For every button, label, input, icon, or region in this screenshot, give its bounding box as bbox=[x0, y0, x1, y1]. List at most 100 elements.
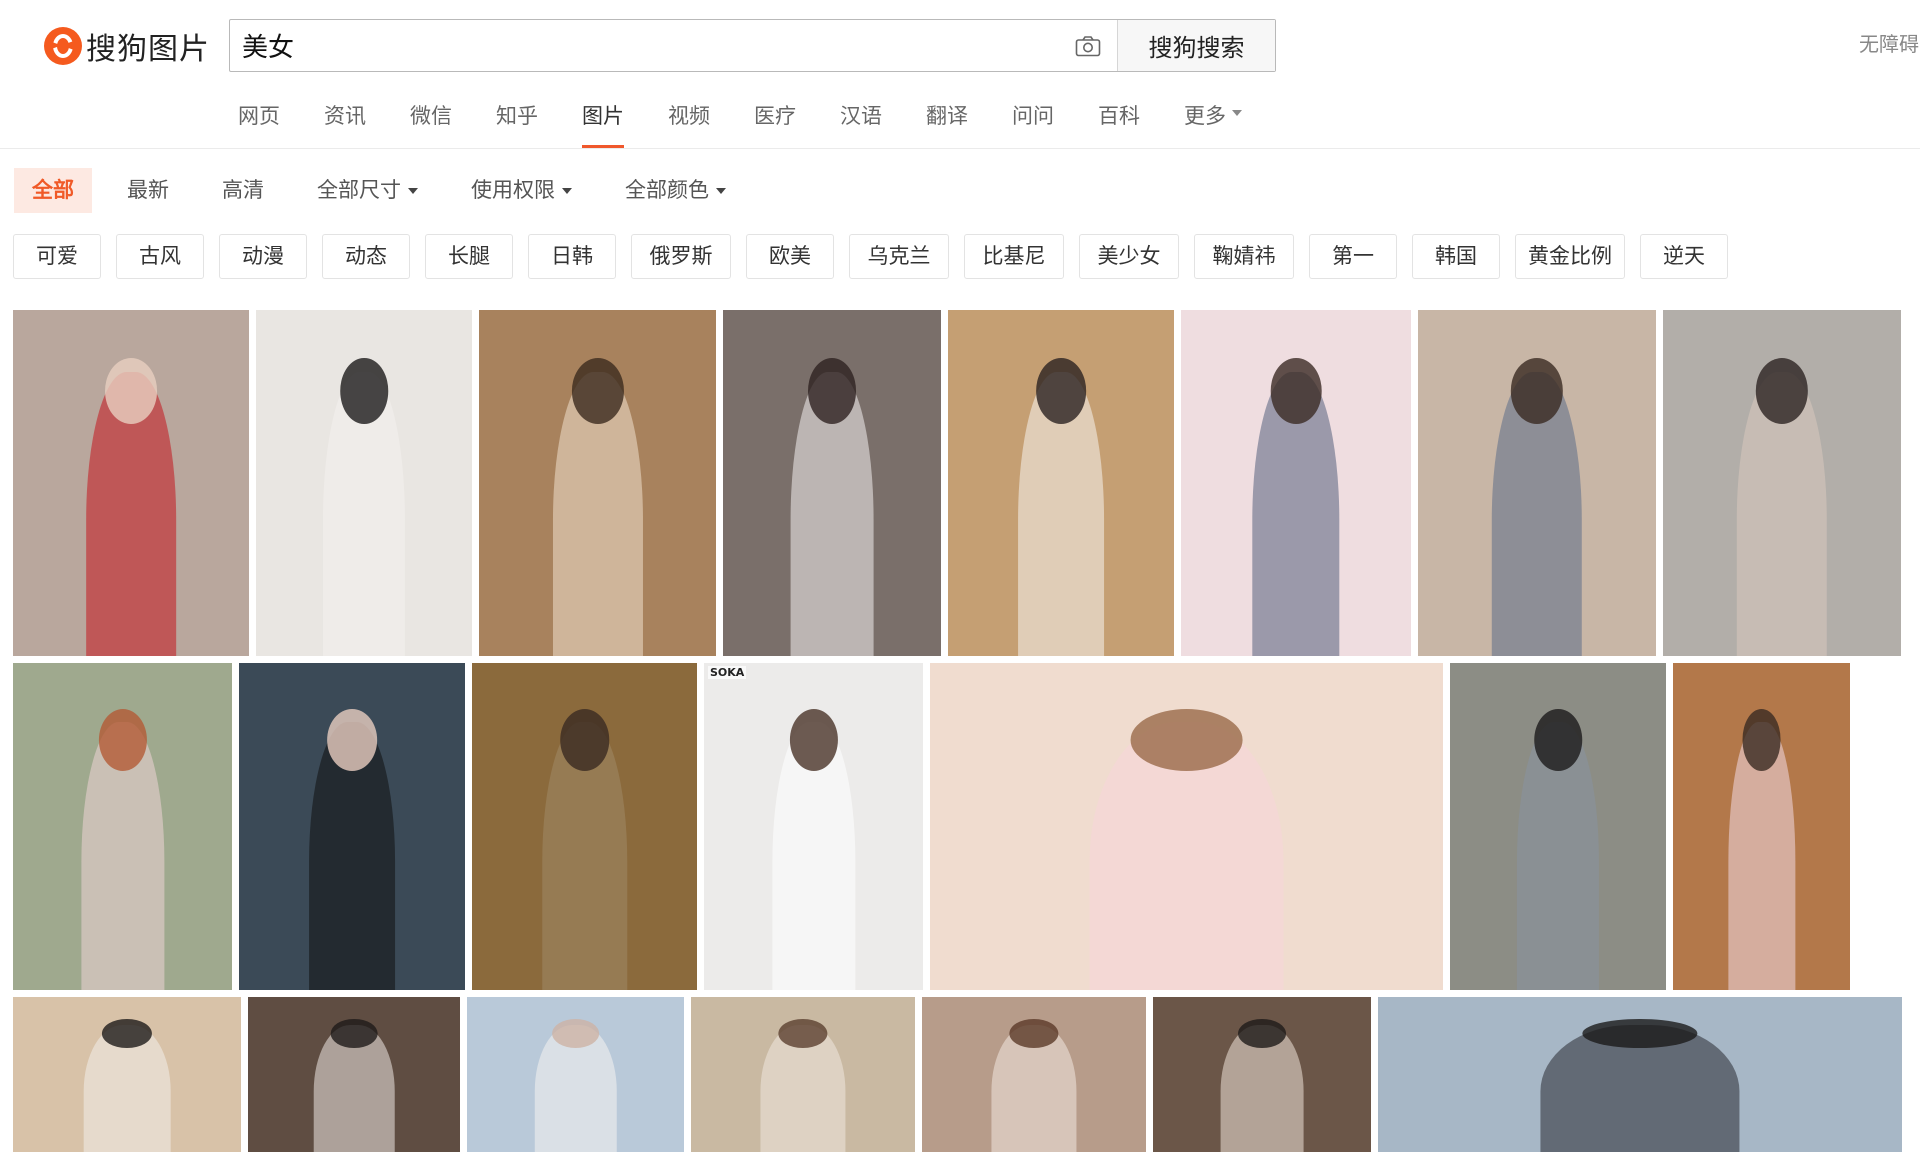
thumbnail-head bbox=[551, 1018, 600, 1049]
image-thumbnail[interactable] bbox=[467, 997, 684, 1152]
thumbnail-head bbox=[1510, 358, 1564, 425]
image-thumbnail[interactable] bbox=[13, 310, 249, 656]
caret-down-icon bbox=[716, 187, 726, 194]
image-row: SOKA bbox=[13, 663, 1857, 990]
nav-more-menu[interactable]: 更多 bbox=[1184, 100, 1242, 148]
image-thumbnail[interactable] bbox=[1673, 663, 1850, 990]
thumbnail-head bbox=[327, 708, 377, 771]
image-thumbnail[interactable] bbox=[930, 663, 1443, 990]
image-thumbnail[interactable] bbox=[922, 997, 1146, 1152]
filter-label: 全部 bbox=[32, 178, 74, 202]
tag-chip[interactable]: 俄罗斯 bbox=[631, 234, 731, 279]
nav-tab[interactable]: 网页 bbox=[238, 100, 280, 148]
header-divider bbox=[0, 148, 1920, 149]
nav-tab-label: 汉语 bbox=[840, 104, 882, 128]
image-thumbnail[interactable] bbox=[1663, 310, 1901, 656]
tag-chip[interactable]: 动态 bbox=[322, 234, 410, 279]
nav-tab-label: 视频 bbox=[668, 104, 710, 128]
tag-chip[interactable]: 乌克兰 bbox=[849, 234, 949, 279]
tag-chip[interactable]: 长腿 bbox=[425, 234, 513, 279]
image-thumbnail[interactable] bbox=[13, 663, 232, 990]
image-thumbnail[interactable] bbox=[13, 997, 241, 1152]
search-button[interactable]: 搜狗搜索 bbox=[1117, 20, 1275, 71]
tag-chip[interactable]: 黄金比例 bbox=[1515, 234, 1625, 279]
caret-down-icon bbox=[408, 187, 418, 194]
tag-chip[interactable]: 日韩 bbox=[528, 234, 616, 279]
tag-chip[interactable]: 古风 bbox=[116, 234, 204, 279]
nav-tab-label: 网页 bbox=[238, 104, 280, 128]
tag-chip[interactable]: 动漫 bbox=[219, 234, 307, 279]
logo-text: 搜狗图片 bbox=[86, 32, 210, 67]
nav-tab[interactable]: 汉语 bbox=[840, 100, 882, 148]
nav-tab[interactable]: 图片 bbox=[582, 100, 624, 148]
nav-tab[interactable]: 资讯 bbox=[324, 100, 366, 148]
filter-label: 最新 bbox=[127, 178, 169, 202]
thumbnail-head bbox=[1270, 358, 1322, 425]
nav-tab[interactable]: 微信 bbox=[410, 100, 452, 148]
tag-chip[interactable]: 韩国 bbox=[1412, 234, 1500, 279]
image-thumbnail[interactable] bbox=[1181, 310, 1411, 656]
vertical-nav: 网页 资讯 微信 知乎 图片 视频 医疗 汉语 翻译 问问 百科 更多 bbox=[238, 100, 1286, 148]
image-row bbox=[13, 997, 1909, 1152]
sogou-images-logo[interactable]: 搜狗图片 bbox=[44, 26, 210, 67]
tag-chip[interactable]: 鞠婧祎 bbox=[1194, 234, 1294, 279]
camera-icon bbox=[1075, 35, 1101, 56]
thumbnail-head bbox=[559, 708, 610, 771]
thumbnail-head bbox=[105, 358, 157, 425]
search-input[interactable] bbox=[230, 20, 1059, 71]
thumbnail-head bbox=[1534, 708, 1582, 771]
caret-down-icon bbox=[1232, 110, 1242, 116]
nav-tab-label: 微信 bbox=[410, 104, 452, 128]
image-thumbnail[interactable] bbox=[256, 310, 472, 656]
caret-down-icon bbox=[562, 187, 572, 194]
nav-tab[interactable]: 知乎 bbox=[496, 100, 538, 148]
tag-chip[interactable]: 比基尼 bbox=[964, 234, 1064, 279]
sogou-logo-icon bbox=[44, 27, 82, 65]
nav-tab[interactable]: 翻译 bbox=[926, 100, 968, 148]
image-thumbnail[interactable] bbox=[1153, 997, 1371, 1152]
image-thumbnail[interactable] bbox=[479, 310, 716, 656]
accessibility-link[interactable]: 无障碍 bbox=[1859, 28, 1919, 57]
image-thumbnail[interactable] bbox=[1450, 663, 1666, 990]
filter-item[interactable]: 高清 bbox=[204, 168, 282, 213]
nav-tab-label: 资讯 bbox=[324, 104, 366, 128]
nav-tab-label: 医疗 bbox=[754, 104, 796, 128]
thumbnail-head bbox=[808, 358, 856, 425]
image-thumbnail[interactable] bbox=[948, 310, 1174, 656]
nav-tab-label: 百科 bbox=[1098, 104, 1140, 128]
image-thumbnail[interactable] bbox=[248, 997, 460, 1152]
thumbnail-head bbox=[1755, 358, 1809, 425]
filter-label: 全部尺寸 bbox=[317, 178, 401, 202]
search-box: 搜狗搜索 bbox=[229, 19, 1276, 72]
nav-tab-label: 知乎 bbox=[496, 104, 538, 128]
image-search-button[interactable] bbox=[1059, 20, 1117, 71]
tag-chip[interactable]: 美少女 bbox=[1079, 234, 1179, 279]
filter-item[interactable]: 最新 bbox=[109, 168, 187, 213]
filter-item[interactable]: 使用权限 bbox=[453, 168, 590, 213]
image-thumbnail[interactable] bbox=[723, 310, 941, 656]
filter-item[interactable]: 全部颜色 bbox=[607, 168, 744, 213]
image-thumbnail[interactable] bbox=[1418, 310, 1656, 656]
filter-bar: 全部 最新 高清 全部尺寸 使用权限 全部颜色 bbox=[14, 168, 761, 213]
tag-chip[interactable]: 逆天 bbox=[1640, 234, 1728, 279]
thumbnail-head bbox=[1742, 708, 1781, 771]
filter-item[interactable]: 全部尺寸 bbox=[299, 168, 436, 213]
image-thumbnail[interactable] bbox=[1378, 997, 1902, 1152]
image-thumbnail[interactable]: SOKA bbox=[704, 663, 923, 990]
image-thumbnail[interactable] bbox=[239, 663, 465, 990]
image-thumbnail[interactable] bbox=[472, 663, 697, 990]
nav-tab[interactable]: 问问 bbox=[1012, 100, 1054, 148]
nav-tab[interactable]: 百科 bbox=[1098, 100, 1140, 148]
thumbnail-head bbox=[330, 1018, 378, 1049]
nav-tab[interactable]: 视频 bbox=[668, 100, 710, 148]
tag-chip[interactable]: 可爱 bbox=[13, 234, 101, 279]
nav-tab-label: 问问 bbox=[1012, 104, 1054, 128]
thumbnail-head bbox=[789, 708, 838, 771]
image-row bbox=[13, 310, 1908, 656]
tag-chip[interactable]: 第一 bbox=[1309, 234, 1397, 279]
tag-chip[interactable]: 欧美 bbox=[746, 234, 834, 279]
image-thumbnail[interactable] bbox=[691, 997, 915, 1152]
filter-item[interactable]: 全部 bbox=[14, 168, 92, 213]
nav-tab[interactable]: 医疗 bbox=[754, 100, 796, 148]
thumbnail-head bbox=[571, 358, 624, 425]
